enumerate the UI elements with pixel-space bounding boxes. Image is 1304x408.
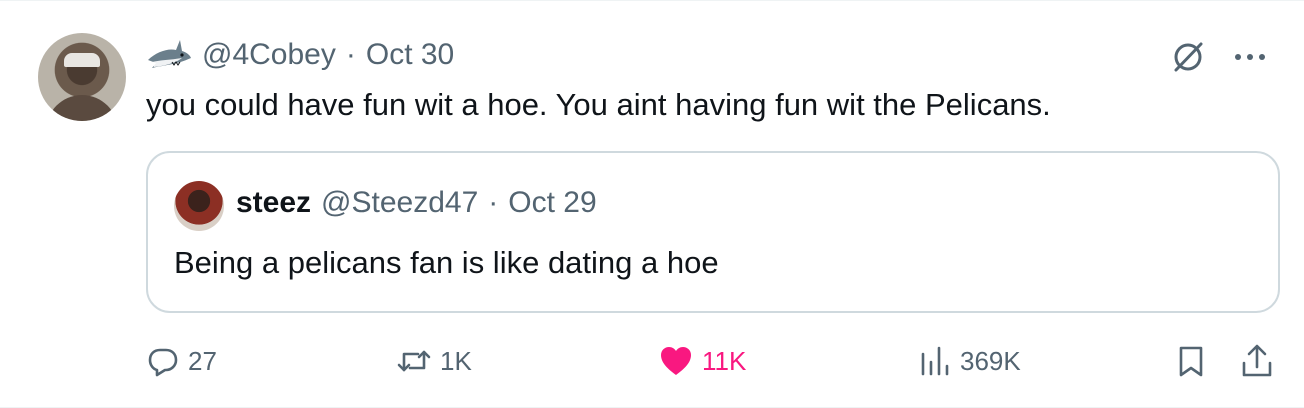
quoted-author-avatar[interactable] <box>174 181 224 231</box>
separator-dot: · <box>345 38 356 71</box>
quoted-author-handle[interactable]: @Steezd47 <box>321 186 478 220</box>
quoted-tweet-header: steez @Steezd47 · Oct 29 <box>236 186 597 220</box>
bookmark-icon <box>1176 344 1206 378</box>
quoted-author-name[interactable]: steez <box>236 186 311 220</box>
views-button[interactable]: 369K <box>918 339 1021 383</box>
quoted-tweet[interactable]: steez @Steezd47 · Oct 29 Being a pelican… <box>146 151 1280 313</box>
quoted-tweet-date[interactable]: Oct 29 <box>508 186 596 220</box>
repost-button[interactable]: 1K <box>396 339 472 383</box>
bookmark-button[interactable] <box>1176 339 1206 383</box>
separator-dot: · <box>488 186 499 219</box>
tweet-text: you could have fun wit a hoe. You aint h… <box>146 87 1051 122</box>
like-count: 11K <box>702 345 747 376</box>
quoted-tweet-text: Being a pelicans fan is like dating a ho… <box>174 245 719 280</box>
reply-icon <box>146 344 180 378</box>
views-icon <box>918 344 952 378</box>
tweet-top-actions <box>1168 37 1270 77</box>
reply-button[interactable]: 27 <box>146 339 217 383</box>
shark-icon <box>146 38 192 72</box>
repost-icon <box>396 344 432 378</box>
views-count: 369K <box>960 345 1021 376</box>
tweet-actions-bar: 27 1K 11K 369K <box>146 339 1280 383</box>
repost-count: 1K <box>440 345 472 376</box>
share-icon <box>1240 343 1274 379</box>
grok-icon[interactable] <box>1168 37 1208 77</box>
heart-icon <box>658 344 694 378</box>
share-button[interactable] <box>1240 339 1274 383</box>
author-handle[interactable]: @4Cobey <box>202 38 336 72</box>
reply-count: 27 <box>188 345 217 376</box>
author-avatar[interactable] <box>38 33 126 121</box>
like-button[interactable]: 11K <box>658 339 746 383</box>
more-icon[interactable] <box>1230 37 1270 77</box>
tweet-header: @4Cobey · Oct 30 <box>146 35 454 75</box>
tweet-card[interactable]: @4Cobey · Oct 30 you could have fun wit … <box>0 0 1304 408</box>
tweet-date[interactable]: Oct 30 <box>366 38 454 72</box>
